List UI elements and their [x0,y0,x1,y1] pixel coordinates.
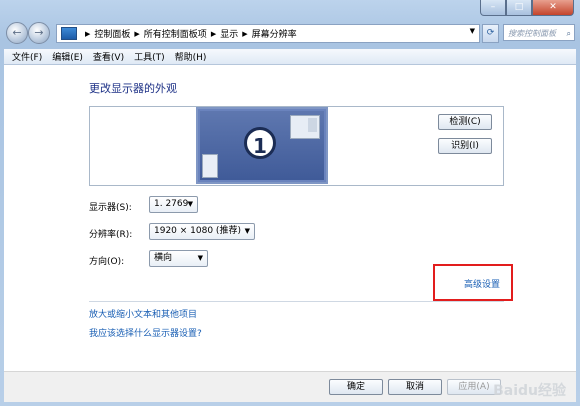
resolution-label: 分辨率(R): [89,230,133,240]
identify-button[interactable]: 识别(I) [438,138,492,154]
navigation-bar: ← → ▶ 控制面板 ▶ 所有控制面板项 ▶ 显示 ▶ 屏幕分辨率 ▼ ⟳ 搜索… [4,22,576,44]
display-settings-help-link[interactable]: 我应该选择什么显示器设置? [89,326,202,339]
refresh-icon[interactable]: ⟳ [482,24,499,43]
menu-file[interactable]: 文件(F) [12,50,42,63]
control-panel-icon [61,27,77,40]
minimize-button[interactable]: – [480,0,506,16]
search-icon[interactable]: ⌕ [567,25,571,42]
page-title: 更改显示器的外观 [89,82,177,95]
menu-view[interactable]: 查看(V) [93,50,124,63]
breadcrumb-item-resolution[interactable]: 屏幕分辨率 [252,27,297,40]
window-controls: – □ ✕ [480,0,574,16]
chevron-right-icon: ▶ [242,29,248,38]
chevron-right-icon: ▶ [134,29,140,38]
detect-button[interactable]: 检测(C) [438,114,492,130]
orientation-select-value: 横向 [154,253,173,263]
button-bar: 确定 取消 应用(A) Baidu经验 [4,371,576,402]
cancel-button[interactable]: 取消 [388,379,442,395]
watermark-logo: Baidu经验 [493,383,566,399]
address-dropdown-icon[interactable]: ▼ [470,27,475,35]
address-bar[interactable]: ▶ 控制面板 ▶ 所有控制面板项 ▶ 显示 ▶ 屏幕分辨率 ▼ [56,24,480,43]
window: – □ ✕ ← → ▶ 控制面板 ▶ 所有控制面板项 ▶ 显示 ▶ 屏幕分辨率 … [0,0,580,406]
back-icon[interactable]: ← [6,22,28,44]
window-icon [290,115,320,139]
monitor-number-badge: 1 [244,127,276,159]
advanced-settings-link[interactable]: 高级设置 [464,277,500,290]
search-placeholder: 搜索控制面板 [508,29,556,38]
breadcrumb-item-all-items[interactable]: 所有控制面板项 [144,27,207,40]
monitor-preview-area: 1 检测(C) 识别(I) [89,106,504,186]
display-select[interactable]: 1. 2769 ▼ [149,196,198,213]
sidebar-window-icon [202,154,218,178]
text-size-link[interactable]: 放大或缩小文本和其他项目 [89,307,197,320]
chevron-right-icon: ▶ [210,29,217,38]
resolution-select-value: 1920 × 1080 (推荐) [154,226,241,236]
main-content: 更改显示器的外观 1 检测(C) 识别(I) 显示器(S): 1. 2769 ▼… [4,65,576,402]
display-select-value: 1. 2769 [154,199,189,209]
divider [89,301,504,302]
breadcrumb-item-display[interactable]: 显示 [220,27,238,40]
maximize-button[interactable]: □ [506,0,532,16]
chevron-right-icon: ▶ [85,29,91,38]
search-input[interactable]: 搜索控制面板 ⌕ [503,24,575,41]
menu-help[interactable]: 帮助(H) [175,50,207,63]
monitor-preview[interactable]: 1 [196,107,328,184]
close-button[interactable]: ✕ [532,0,574,16]
ok-button[interactable]: 确定 [329,379,383,395]
display-label: 显示器(S): [89,203,132,213]
orientation-select[interactable]: 横向 ▼ [149,250,208,267]
breadcrumb: ▶ 控制面板 ▶ 所有控制面板项 ▶ 显示 ▶ 屏幕分辨率 [81,27,297,41]
forward-icon[interactable]: → [28,22,50,44]
menu-bar: 文件(F) 编辑(E) 查看(V) 工具(T) 帮助(H) [4,49,576,65]
chevron-down-icon: ▼ [197,254,203,262]
chevron-down-icon: ▼ [244,227,250,235]
chevron-down-icon: ▼ [187,200,193,208]
orientation-label: 方向(O): [89,257,125,267]
menu-tools[interactable]: 工具(T) [134,50,165,63]
menu-edit[interactable]: 编辑(E) [52,50,83,63]
breadcrumb-item-control-panel[interactable]: 控制面板 [94,27,130,40]
resolution-select[interactable]: 1920 × 1080 (推荐) ▼ [149,223,255,240]
